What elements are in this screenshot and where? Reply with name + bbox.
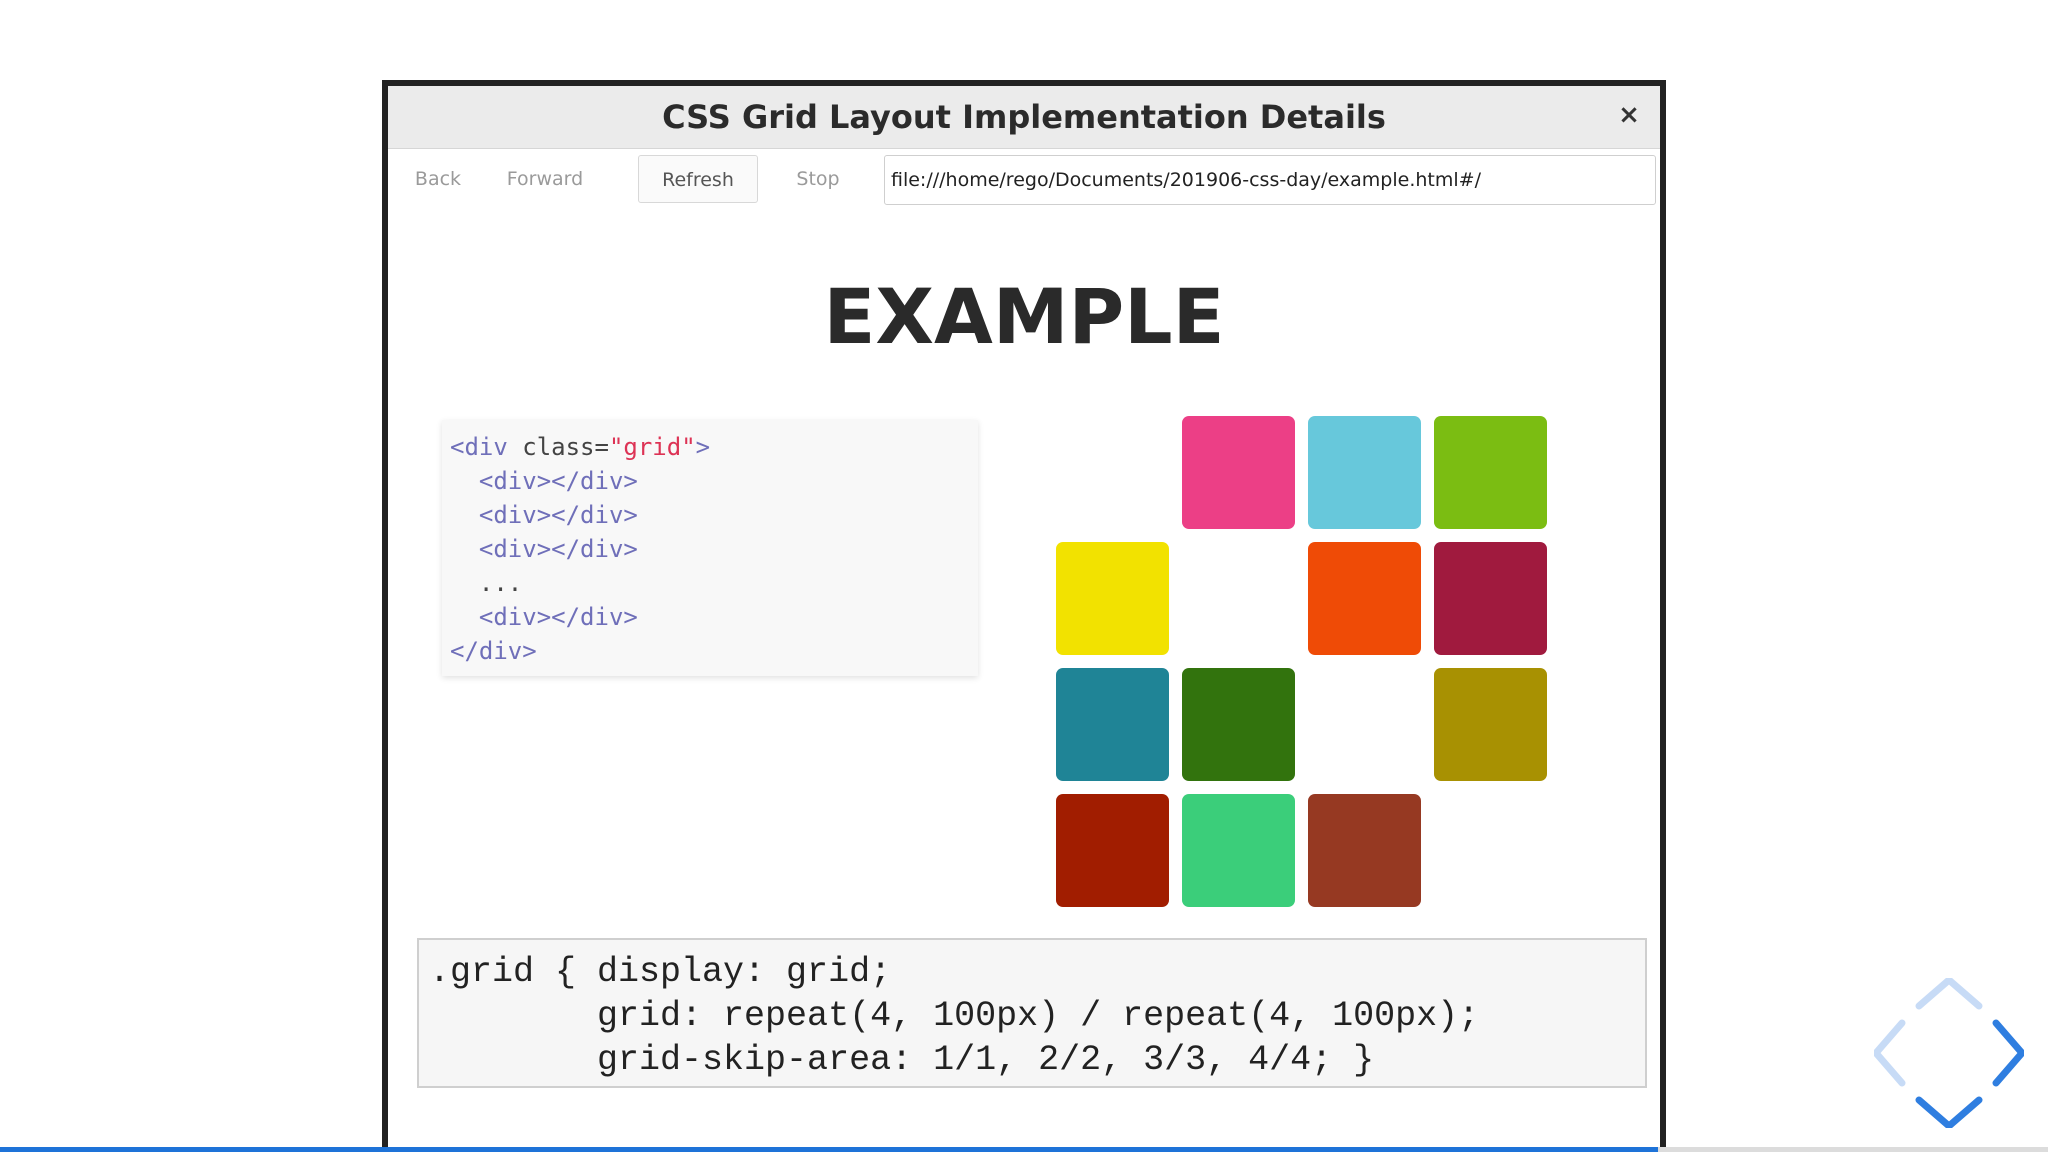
html-code-block: <div class="grid"> <div></div> <div></di… (442, 420, 978, 676)
url-input[interactable] (884, 155, 1656, 205)
code-line: <div></div> (450, 467, 638, 495)
grid-tile (1182, 416, 1295, 529)
chevron-down-icon[interactable] (1915, 1096, 1983, 1128)
title-bar: CSS Grid Layout Implementation Details × (388, 86, 1660, 149)
grid-tile (1182, 668, 1295, 781)
refresh-button[interactable]: Refresh (638, 155, 758, 203)
grid-tile (1434, 416, 1547, 529)
grid-tile (1056, 542, 1169, 655)
chevron-left-icon[interactable] (1874, 1019, 1906, 1087)
page-heading: EXAMPLE (823, 272, 1225, 361)
code-token-tag: <div (450, 433, 523, 461)
close-icon[interactable]: × (1614, 100, 1644, 130)
grid-tile (1056, 794, 1169, 907)
code-token-tag: > (695, 433, 711, 461)
css-code-line: grid-skip-area: 1/1, 2/2, 3/3, 4/4; } (429, 1040, 1375, 1080)
code-line: <div></div> (450, 603, 638, 631)
forward-button[interactable]: Forward (486, 155, 604, 203)
chevron-up-icon[interactable] (1915, 978, 1983, 1010)
code-line: <div></div> (450, 535, 638, 563)
css-code-line: .grid { display: grid; (429, 952, 892, 992)
progress-bar-track (1658, 1147, 2048, 1152)
grid-tile (1308, 416, 1421, 529)
code-line: <div></div> (450, 501, 638, 529)
css-code-line: grid: repeat(4, 100px) / repeat(4, 100px… (429, 996, 1480, 1036)
grid-tile (1182, 794, 1295, 907)
grid-tile (1308, 542, 1421, 655)
stop-button[interactable]: Stop (778, 155, 858, 203)
grid-tile (1434, 542, 1547, 655)
code-line: </div> (450, 637, 537, 665)
code-line: ... (450, 569, 523, 597)
back-button[interactable]: Back (398, 155, 478, 203)
slide-navigation (1874, 978, 2024, 1128)
window-title: CSS Grid Layout Implementation Details (662, 98, 1386, 136)
code-line: <div class="grid"> (450, 430, 970, 464)
code-token-attr: class= (522, 433, 609, 461)
grid-tile (1056, 668, 1169, 781)
progress-bar (0, 1147, 1658, 1152)
css-code-block[interactable]: .grid { display: grid; grid: repeat(4, 1… (417, 938, 1647, 1088)
chevron-right-icon[interactable] (1992, 1019, 2024, 1087)
grid-demo (1056, 416, 1556, 916)
grid-tile (1434, 668, 1547, 781)
code-token-string: "grid" (608, 433, 696, 461)
browser-toolbar: Back Forward Refresh Stop (388, 149, 1660, 209)
grid-tile (1308, 794, 1421, 907)
